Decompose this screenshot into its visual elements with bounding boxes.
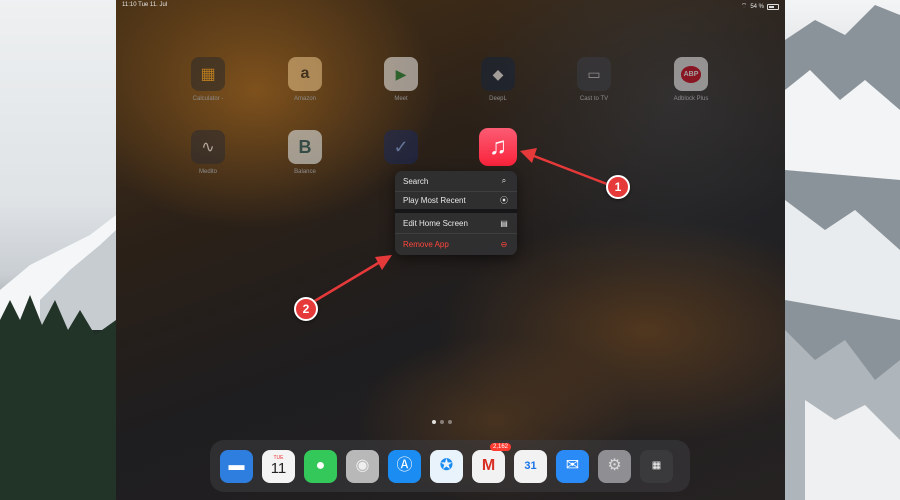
arrow-1-head <box>520 148 537 163</box>
arrow-2-line <box>307 260 381 307</box>
step-1-badge: 1 <box>606 175 630 199</box>
annotation-arrows <box>307 148 613 307</box>
arrow-1-line <box>533 154 613 188</box>
step-2-badge: 2 <box>294 297 318 321</box>
